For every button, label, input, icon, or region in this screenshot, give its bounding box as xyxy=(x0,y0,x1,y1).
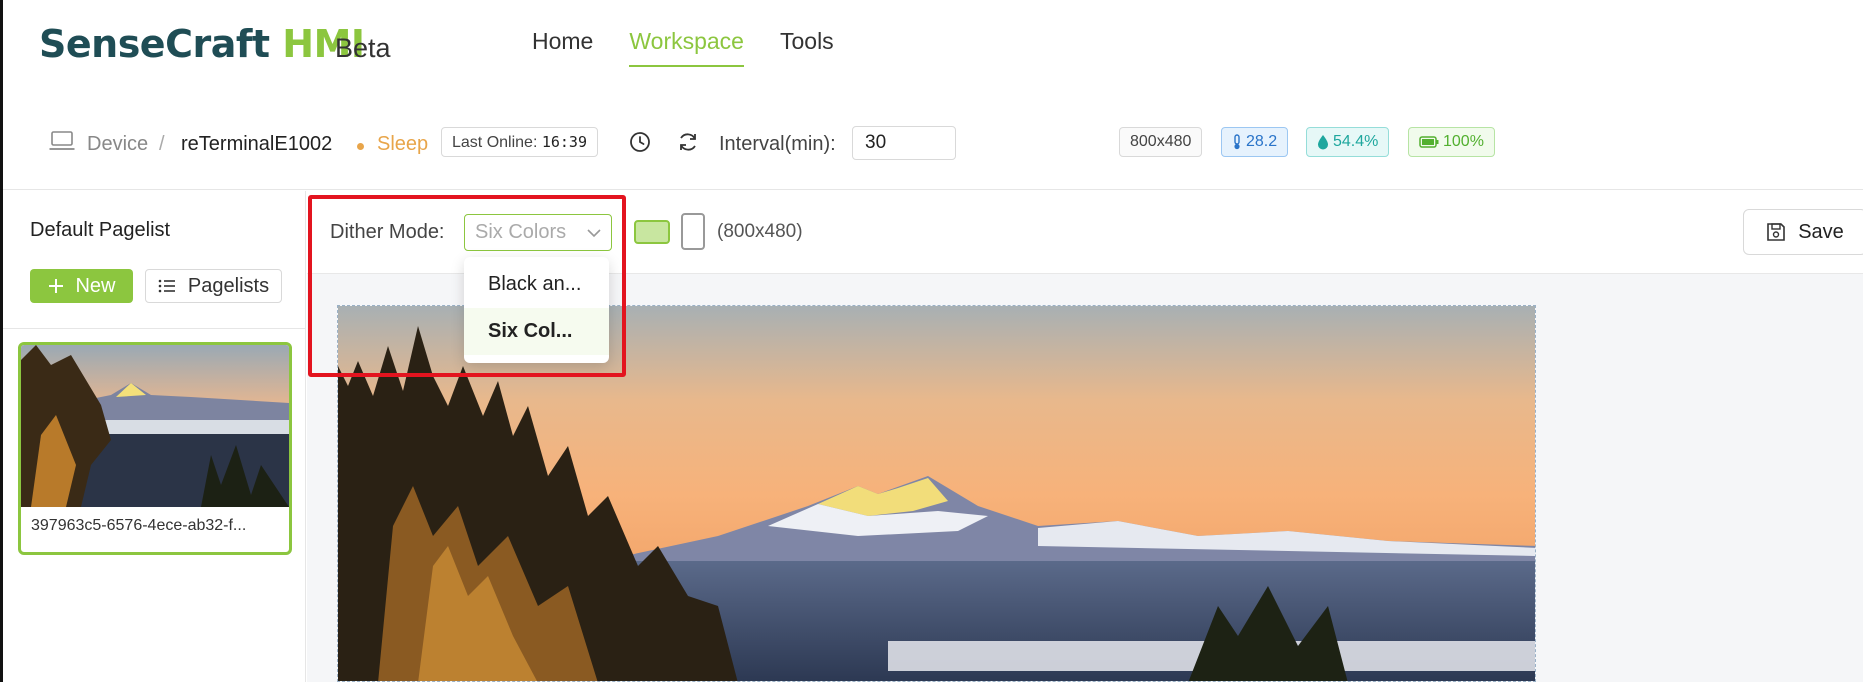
temperature-badge: 28.2 xyxy=(1221,127,1289,157)
battery-icon xyxy=(1419,136,1439,148)
resolution-badge-text: 800x480 xyxy=(1130,133,1192,150)
brand-logo[interactable]: SenseCraft HMI xyxy=(39,22,365,66)
humidity-value: 54.4% xyxy=(1333,133,1379,150)
droplet-icon xyxy=(1318,135,1328,150)
dither-option-six-colors[interactable]: Six Col... xyxy=(464,308,609,355)
breadcrumb-separator: / xyxy=(159,133,165,155)
temperature-value: 28.2 xyxy=(1246,133,1278,150)
refresh-icon[interactable] xyxy=(677,131,699,153)
nav-tools[interactable]: Tools xyxy=(780,28,834,67)
save-icon xyxy=(1767,223,1786,241)
plus-icon xyxy=(49,279,64,293)
breadcrumb-device[interactable]: Device xyxy=(87,133,148,156)
dither-option-black-and-white[interactable]: Black an... xyxy=(464,261,609,308)
dither-mode-value: Six Colors xyxy=(475,221,567,243)
sidebar-divider xyxy=(3,328,305,329)
last-online-time: 16:39 xyxy=(541,133,587,151)
dither-mode-dropdown: Black an... Six Col... xyxy=(464,257,609,363)
save-button[interactable]: Save xyxy=(1743,209,1863,255)
dither-mode-label: Dither Mode: xyxy=(330,221,445,243)
pagelist-sidebar: Default Pagelist New Pagelists 397963c5-… xyxy=(3,191,306,682)
list-icon xyxy=(158,279,175,293)
device-info-bar: Device / reTerminalE1002 Sleep Last Onli… xyxy=(3,95,1863,190)
battery-value: 100% xyxy=(1443,133,1484,150)
pagelist-title: Default Pagelist xyxy=(30,219,171,241)
landscape-orientation-button[interactable] xyxy=(634,220,670,244)
chevron-down-icon xyxy=(587,228,601,237)
page-thumbnail xyxy=(21,345,289,507)
new-page-label: New xyxy=(75,274,116,297)
pagelists-button[interactable]: Pagelists xyxy=(145,269,282,303)
nav-workspace[interactable]: Workspace xyxy=(629,28,744,67)
new-page-button[interactable]: New xyxy=(30,269,133,303)
page-card[interactable]: 397963c5-6576-4ece-ab32-f... xyxy=(18,342,292,555)
save-label: Save xyxy=(1798,220,1844,243)
interval-input[interactable] xyxy=(852,126,956,160)
interval-label: Interval(min): xyxy=(719,133,836,155)
status-dot xyxy=(357,143,364,150)
clock-icon[interactable] xyxy=(629,131,651,153)
top-navbar: SenseCraft HMI Beta Home Workspace Tools xyxy=(3,0,1863,95)
device-status: Sleep xyxy=(377,133,429,155)
last-online-tag: Last Online: 16:39 xyxy=(441,127,598,157)
last-online-label: Last Online: xyxy=(452,134,538,151)
thermometer-icon xyxy=(1234,134,1240,150)
page-card-name: 397963c5-6576-4ece-ab32-f... xyxy=(31,517,247,534)
resolution-badge: 800x480 xyxy=(1119,127,1203,157)
main-nav: Home Workspace Tools xyxy=(532,28,834,67)
device-name: reTerminalE1002 xyxy=(181,133,333,155)
portrait-orientation-button[interactable] xyxy=(681,213,705,250)
humidity-badge: 54.4% xyxy=(1306,127,1390,157)
canvas-resolution: (800x480) xyxy=(717,221,803,242)
battery-badge: 100% xyxy=(1408,127,1495,157)
nav-home[interactable]: Home xyxy=(532,28,593,67)
dither-mode-select[interactable]: Six Colors xyxy=(464,214,612,251)
brand-name-part1: SenseCraft xyxy=(39,22,270,66)
pagelists-label: Pagelists xyxy=(187,274,270,297)
laptop-icon xyxy=(49,131,75,150)
beta-tag: Beta xyxy=(335,33,391,63)
